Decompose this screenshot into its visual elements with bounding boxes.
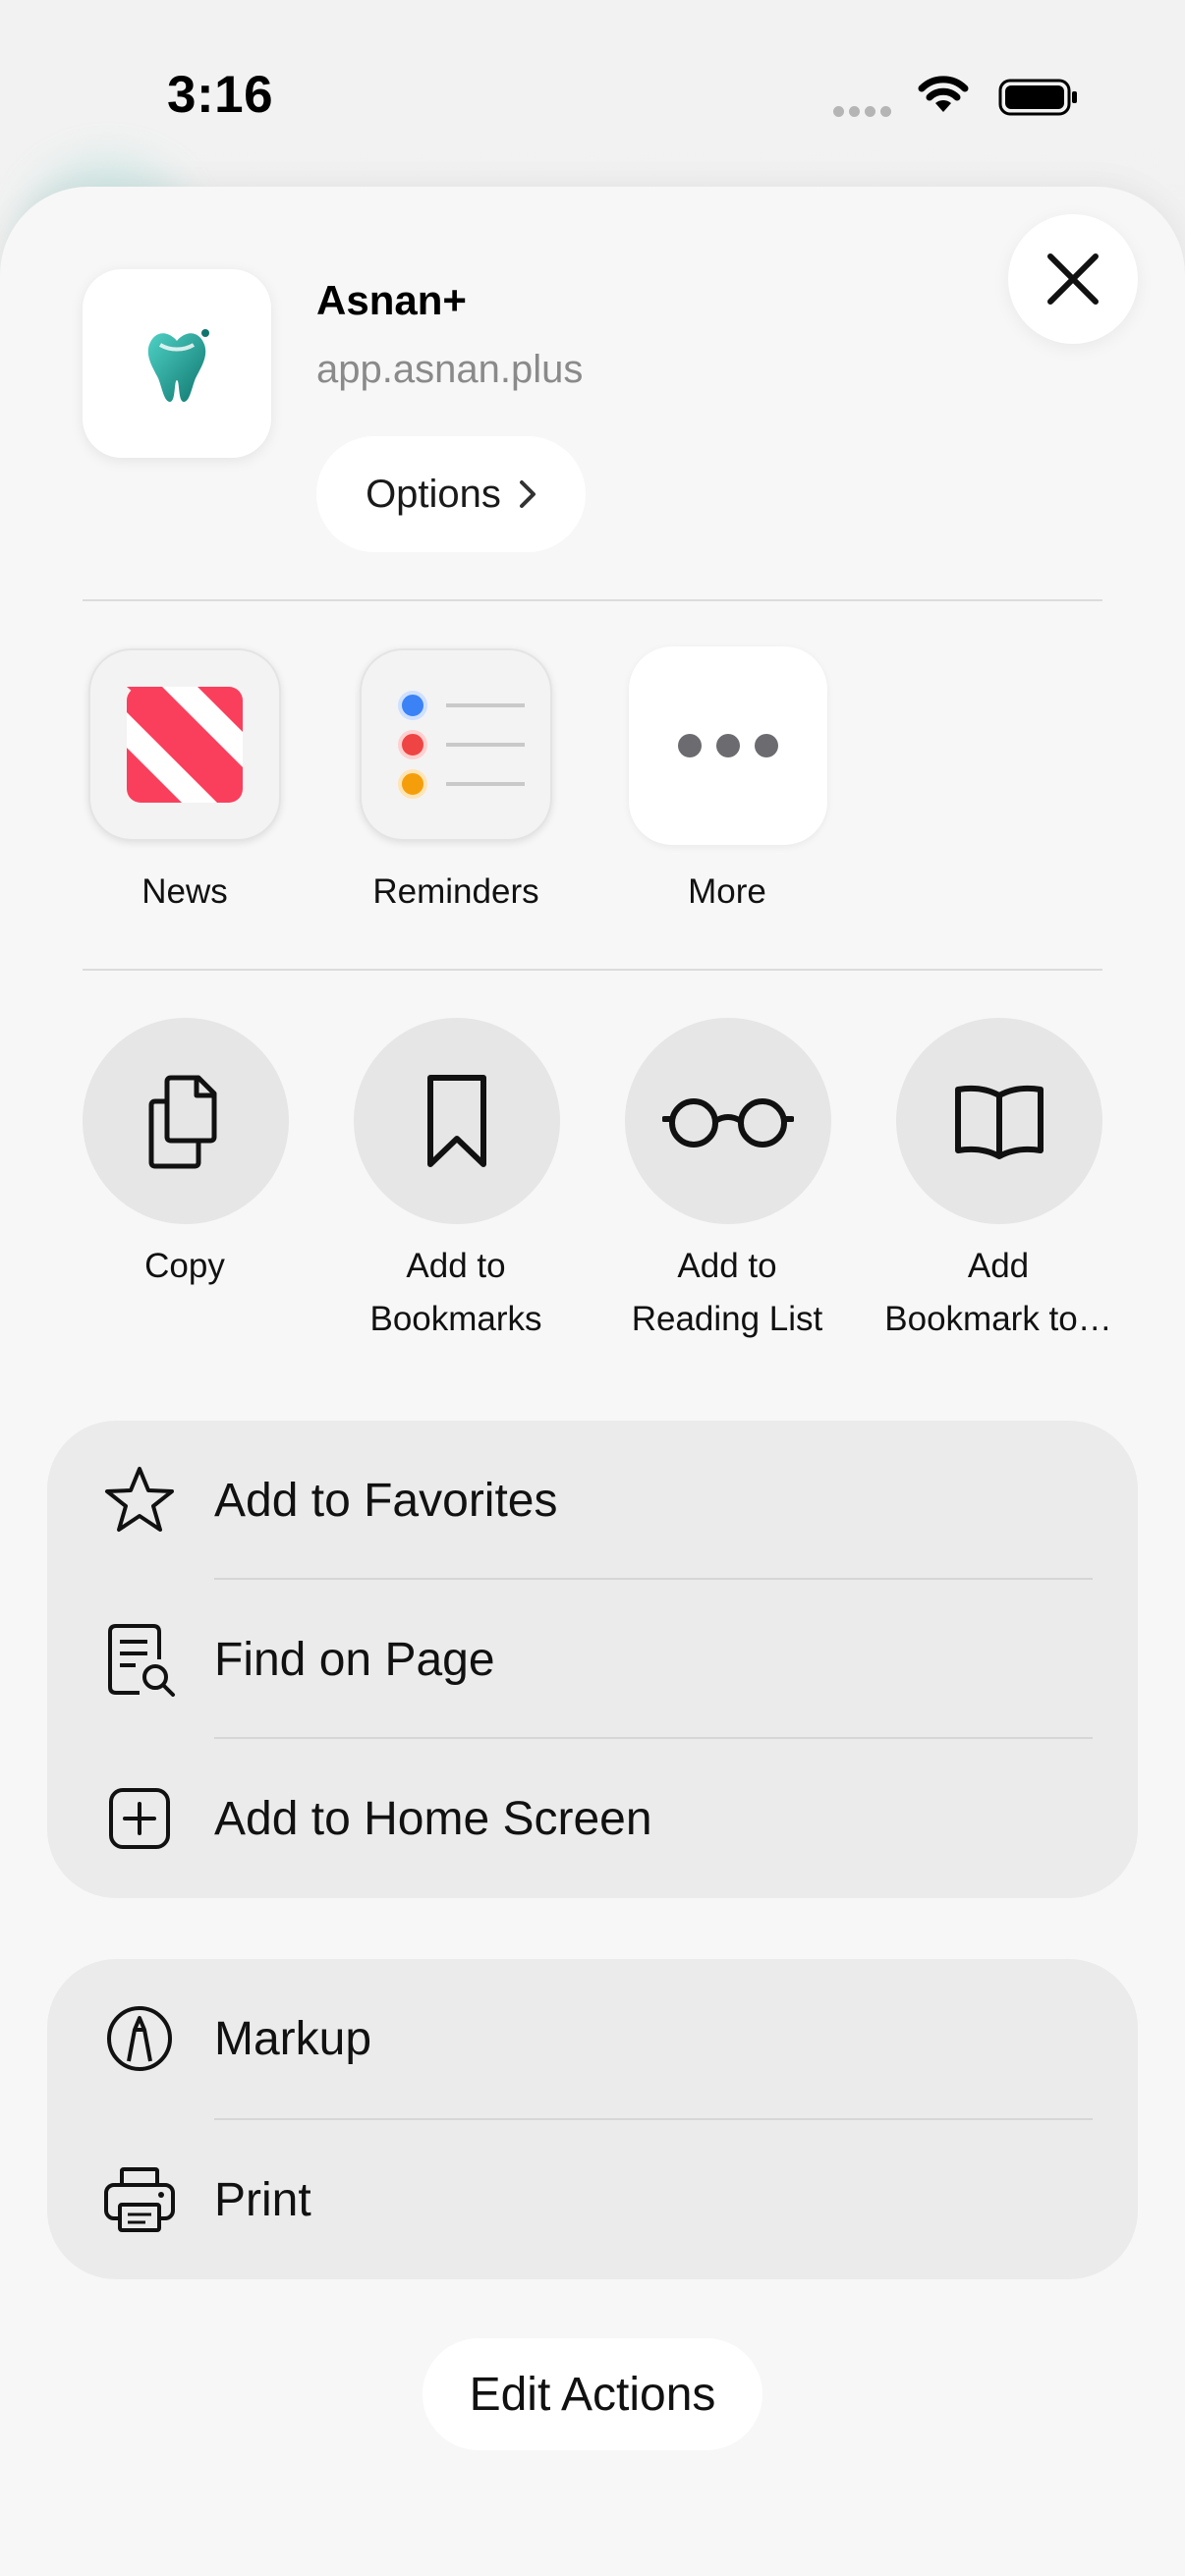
add-square-icon (102, 1781, 177, 1856)
action-label-line: Bookmark to… (884, 1300, 1112, 1338)
site-app-icon (83, 269, 271, 458)
star-icon (102, 1463, 177, 1538)
markup-row[interactable]: Markup (47, 1959, 1138, 2118)
book-icon (955, 1085, 1044, 1159)
app-url: app.asnan.plus (316, 348, 584, 391)
action-label-line: Bookmarks (369, 1300, 542, 1338)
action-label-line: Add to (406, 1247, 506, 1285)
action-label-reading-list: Add to Reading List (599, 1240, 855, 1346)
options-label: Options (366, 472, 501, 516)
battery-icon (998, 79, 1077, 116)
copy-button[interactable] (83, 1018, 289, 1224)
row-label: Add to Home Screen (214, 1792, 652, 1845)
row-label: Add to Favorites (214, 1474, 558, 1527)
action-label-line: Add (967, 1247, 1030, 1285)
row-label: Markup (214, 2012, 372, 2065)
more-icon (678, 734, 778, 757)
action-list-group-1: Add to Favorites Find on Page Add to Hom… (47, 1421, 1138, 1898)
action-label-copy: Copy (57, 1240, 312, 1293)
add-to-reading-list-button[interactable] (625, 1018, 831, 1224)
app-label-news: News (141, 872, 228, 911)
add-to-favorites-row[interactable]: Add to Favorites (47, 1421, 1138, 1580)
divider (83, 969, 1102, 971)
more-apps-button[interactable] (629, 646, 827, 845)
reminders-icon (398, 691, 525, 799)
action-label-line: Add to (677, 1247, 777, 1285)
news-app-button[interactable] (88, 648, 281, 841)
tooth-logo-icon (147, 329, 209, 402)
bookmark-icon (427, 1075, 486, 1167)
wifi-icon (918, 76, 969, 112)
row-label: Find on Page (214, 1633, 495, 1686)
action-list-group-2: Markup Print (47, 1959, 1138, 2279)
close-icon (1047, 253, 1099, 305)
screen: 3:16 Asnan+ app.asnan.plus Options News … (0, 0, 1185, 2576)
close-button[interactable] (1008, 214, 1138, 344)
app-label-more: More (688, 872, 766, 911)
edit-actions-button[interactable]: Edit Actions (423, 2338, 762, 2450)
cellular-signal-icon (833, 104, 896, 122)
find-on-page-row[interactable]: Find on Page (47, 1580, 1138, 1739)
print-row[interactable]: Print (47, 2120, 1138, 2279)
add-to-bookmarks-button[interactable] (354, 1018, 560, 1224)
copy-icon (148, 1075, 217, 1169)
glasses-icon (662, 1098, 794, 1148)
action-label-bookmarks: Add to Bookmarks (328, 1240, 584, 1346)
action-label-line: Copy (144, 1247, 225, 1285)
app-label-reminders: Reminders (372, 872, 539, 911)
row-label: Print (214, 2173, 311, 2226)
action-label-line: Reading List (631, 1300, 823, 1338)
news-icon (127, 687, 243, 803)
add-bookmark-to-button[interactable] (896, 1018, 1102, 1224)
add-to-home-screen-row[interactable]: Add to Home Screen (47, 1739, 1138, 1898)
find-page-icon (102, 1622, 177, 1697)
divider (83, 599, 1102, 601)
status-time: 3:16 (167, 66, 274, 124)
markup-icon (102, 2001, 177, 2076)
chevron-right-icon (519, 480, 536, 508)
reminders-app-button[interactable] (360, 648, 552, 841)
options-button[interactable]: Options (316, 436, 586, 552)
app-title: Asnan+ (316, 277, 467, 323)
printer-icon (102, 2162, 177, 2237)
action-label-add-bookmark-to: Add Bookmark to… (871, 1240, 1126, 1346)
